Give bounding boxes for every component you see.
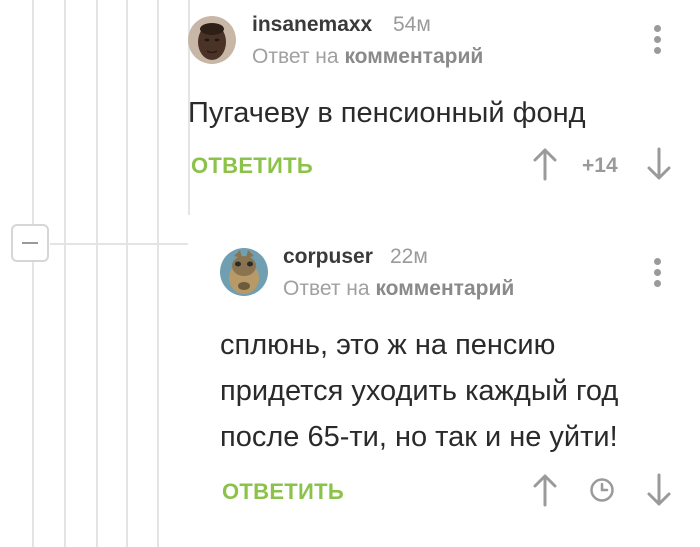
- more-options-icon[interactable]: [654, 258, 662, 291]
- thread-branch: [50, 243, 188, 245]
- comment-rating: +14: [582, 154, 618, 177]
- collapse-thread-button[interactable]: [11, 224, 49, 262]
- comment-text-line: после 65-ти, но так и не уйти!: [220, 421, 618, 453]
- thread-line: [96, 0, 98, 547]
- avatar[interactable]: [220, 248, 268, 296]
- reply-button[interactable]: ОТВЕТИТЬ: [191, 153, 313, 179]
- reply-to-label: Ответ на комментарий: [252, 45, 483, 69]
- comment-author[interactable]: insanemaxx: [252, 13, 372, 37]
- more-options-icon[interactable]: [654, 25, 662, 58]
- upvote-arrow-icon[interactable]: [532, 473, 558, 507]
- avatar[interactable]: [188, 16, 236, 64]
- comment-time: 54м: [393, 13, 431, 36]
- upvote-arrow-icon[interactable]: [532, 147, 558, 181]
- comment-text: сплюнь, это ж на пенсию придется уходить…: [220, 322, 618, 460]
- comment-text-line: придется уходить каждый год: [220, 375, 619, 407]
- reply-to-link[interactable]: комментарий: [375, 277, 514, 300]
- reply-to-label: Ответ на комментарий: [283, 277, 514, 301]
- reply-to-link[interactable]: комментарий: [344, 45, 483, 68]
- reply-to-prefix: Ответ на: [283, 277, 370, 300]
- comment-author[interactable]: corpuser: [283, 245, 373, 269]
- reply-button[interactable]: ОТВЕТИТЬ: [222, 479, 344, 505]
- downvote-arrow-icon[interactable]: [646, 147, 672, 181]
- thread-line: [157, 0, 159, 547]
- reply-to-prefix: Ответ на: [252, 45, 339, 68]
- thread-line: [64, 0, 66, 547]
- thread-line: [32, 0, 34, 547]
- thread-line: [126, 0, 128, 547]
- clock-icon: [590, 478, 614, 502]
- comment-text-line: сплюнь, это ж на пенсию: [220, 329, 556, 361]
- comment-text: Пугачеву в пенсионный фонд: [188, 97, 586, 129]
- downvote-arrow-icon[interactable]: [646, 473, 672, 507]
- comment-time: 22м: [390, 245, 428, 268]
